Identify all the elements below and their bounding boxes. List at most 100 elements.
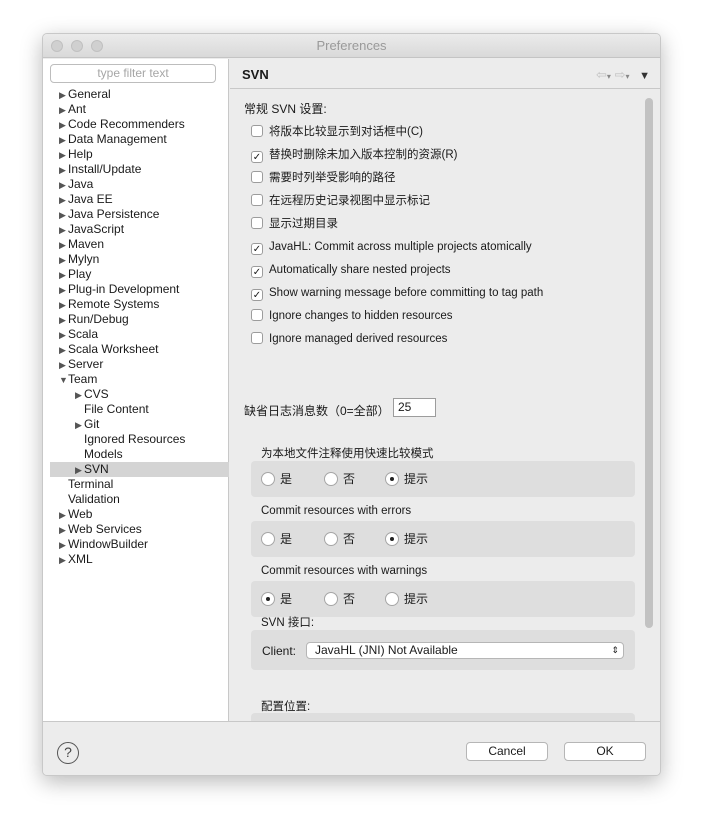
- radio-option[interactable]: 提示: [385, 461, 428, 497]
- tree-item[interactable]: ▶ Mylyn: [43, 252, 229, 267]
- forward-menu-icon[interactable]: ▾: [625, 72, 629, 81]
- collapsed-arrow-icon[interactable]: ▶: [75, 418, 84, 433]
- close-window-button[interactable]: [51, 40, 63, 52]
- tree-item[interactable]: ▶ WindowBuilder: [43, 537, 229, 552]
- collapsed-arrow-icon[interactable]: ▶: [59, 88, 68, 103]
- collapsed-arrow-icon[interactable]: ▶: [59, 283, 68, 298]
- checkbox[interactable]: [251, 332, 263, 344]
- collapsed-arrow-icon[interactable]: ▶: [59, 238, 68, 253]
- tree-item[interactable]: ▶ Scala: [43, 327, 229, 342]
- checkbox-option[interactable]: ✓ Show warning message before committing …: [251, 285, 543, 301]
- collapsed-arrow-icon[interactable]: ▶: [59, 538, 68, 553]
- radio-button[interactable]: [385, 472, 400, 486]
- checkbox[interactable]: [251, 171, 263, 183]
- tree-item[interactable]: ▶ Ant: [43, 102, 229, 117]
- checkbox-option[interactable]: 将版本比较显示到对话框中(C): [251, 124, 423, 140]
- tree-item[interactable]: ▶ Install/Update: [43, 162, 229, 177]
- zoom-window-button[interactable]: [91, 40, 103, 52]
- checkbox[interactable]: [251, 125, 263, 137]
- tree-item[interactable]: ▶ Maven: [43, 237, 229, 252]
- tree-item[interactable]: ▶ Code Recommenders: [43, 117, 229, 132]
- checkbox-option[interactable]: 在远程历史记录视图中显示标记: [251, 193, 430, 209]
- collapsed-arrow-icon[interactable]: ▶: [59, 193, 68, 208]
- radio-option[interactable]: 否: [324, 581, 355, 617]
- tree-item[interactable]: ▶ Plug-in Development: [43, 282, 229, 297]
- cancel-button[interactable]: Cancel: [466, 742, 548, 761]
- tree-item[interactable]: ▶ Scala Worksheet: [43, 342, 229, 357]
- collapsed-arrow-icon[interactable]: ▶: [59, 268, 68, 283]
- collapsed-arrow-icon[interactable]: ▶: [59, 223, 68, 238]
- tree-item[interactable]: ▶ Java Persistence: [43, 207, 229, 222]
- checkbox[interactable]: [251, 194, 263, 206]
- radio-option[interactable]: 提示: [385, 581, 428, 617]
- checkbox[interactable]: ✓: [251, 243, 263, 255]
- radio-option[interactable]: 否: [324, 521, 355, 557]
- radio-option[interactable]: 提示: [385, 521, 428, 557]
- checkbox[interactable]: [251, 217, 263, 229]
- radio-button[interactable]: [261, 532, 275, 546]
- tree-item[interactable]: Models: [43, 447, 229, 462]
- tree-item[interactable]: ▶ Data Management: [43, 132, 229, 147]
- radio-button[interactable]: [324, 472, 339, 486]
- collapsed-arrow-icon[interactable]: ▶: [59, 328, 68, 343]
- checkbox-option[interactable]: Ignore managed derived resources: [251, 331, 447, 347]
- collapsed-arrow-icon[interactable]: ▶: [59, 298, 68, 313]
- collapsed-arrow-icon[interactable]: ▶: [59, 148, 68, 163]
- radio-option[interactable]: 是: [261, 521, 292, 557]
- checkbox[interactable]: ✓: [251, 266, 263, 278]
- tree-item[interactable]: ▶ General: [43, 87, 229, 102]
- radio-button[interactable]: [324, 532, 339, 546]
- filter-input[interactable]: type filter text: [50, 64, 216, 83]
- collapsed-arrow-icon[interactable]: ▶: [59, 523, 68, 538]
- tree-item[interactable]: Terminal: [43, 477, 229, 492]
- tree-item[interactable]: File Content: [43, 402, 229, 417]
- client-select[interactable]: JavaHL (JNI) Not Available ⇕: [306, 642, 624, 659]
- checkbox-option[interactable]: 显示过期目录: [251, 216, 338, 232]
- expanded-arrow-icon[interactable]: ▼: [59, 373, 68, 388]
- tree-item[interactable]: ▶ JavaScript: [43, 222, 229, 237]
- collapsed-arrow-icon[interactable]: ▶: [59, 178, 68, 193]
- checkbox[interactable]: [251, 309, 263, 321]
- tree-item[interactable]: ▶ Java EE: [43, 192, 229, 207]
- collapsed-arrow-icon[interactable]: ▶: [59, 133, 68, 148]
- collapsed-arrow-icon[interactable]: ▶: [59, 103, 68, 118]
- radio-button[interactable]: [261, 592, 275, 606]
- checkbox-option[interactable]: ✓ 替换时删除未加入版本控制的资源(R): [251, 147, 457, 163]
- log-count-input[interactable]: 25: [393, 398, 436, 417]
- tree-item[interactable]: ▶ Run/Debug: [43, 312, 229, 327]
- collapsed-arrow-icon[interactable]: ▶: [59, 208, 68, 223]
- checkbox[interactable]: ✓: [251, 151, 263, 163]
- tree-item[interactable]: ▼Team: [43, 372, 229, 387]
- radio-button[interactable]: [261, 472, 275, 486]
- tree-item[interactable]: ▶ Remote Systems: [43, 297, 229, 312]
- tree-item[interactable]: Ignored Resources: [43, 432, 229, 447]
- back-menu-icon[interactable]: ▾: [607, 72, 611, 81]
- checkbox[interactable]: ✓: [251, 289, 263, 301]
- tree-item[interactable]: ▶ XML: [43, 552, 229, 567]
- tree-item[interactable]: ▶ Help: [43, 147, 229, 162]
- collapsed-arrow-icon[interactable]: ▶: [59, 553, 68, 568]
- tree-item[interactable]: ▶ SVN: [50, 462, 229, 477]
- collapsed-arrow-icon[interactable]: ▶: [75, 463, 84, 478]
- tree-item[interactable]: ▶ CVS: [43, 387, 229, 402]
- tree-item[interactable]: ▶ Git: [43, 417, 229, 432]
- checkbox-option[interactable]: ✓ Automatically share nested projects: [251, 262, 451, 278]
- minimize-window-button[interactable]: [71, 40, 83, 52]
- help-button[interactable]: ?: [57, 742, 79, 764]
- forward-arrow-icon[interactable]: ⇨: [615, 67, 626, 82]
- tree-item[interactable]: Validation: [43, 492, 229, 507]
- collapsed-arrow-icon[interactable]: ▶: [59, 358, 68, 373]
- collapsed-arrow-icon[interactable]: ▶: [59, 253, 68, 268]
- radio-option[interactable]: 是: [261, 581, 292, 617]
- collapsed-arrow-icon[interactable]: ▶: [59, 313, 68, 328]
- tree-item[interactable]: ▶ Java: [43, 177, 229, 192]
- ok-button[interactable]: OK: [564, 742, 646, 761]
- tree-item[interactable]: ▶ Play: [43, 267, 229, 282]
- view-menu-icon[interactable]: ▼: [639, 70, 650, 82]
- radio-button[interactable]: [385, 532, 400, 546]
- tree-item[interactable]: ▶ Web: [43, 507, 229, 522]
- radio-option[interactable]: 否: [324, 461, 355, 497]
- radio-button[interactable]: [324, 592, 339, 606]
- collapsed-arrow-icon[interactable]: ▶: [59, 163, 68, 178]
- collapsed-arrow-icon[interactable]: ▶: [59, 508, 68, 523]
